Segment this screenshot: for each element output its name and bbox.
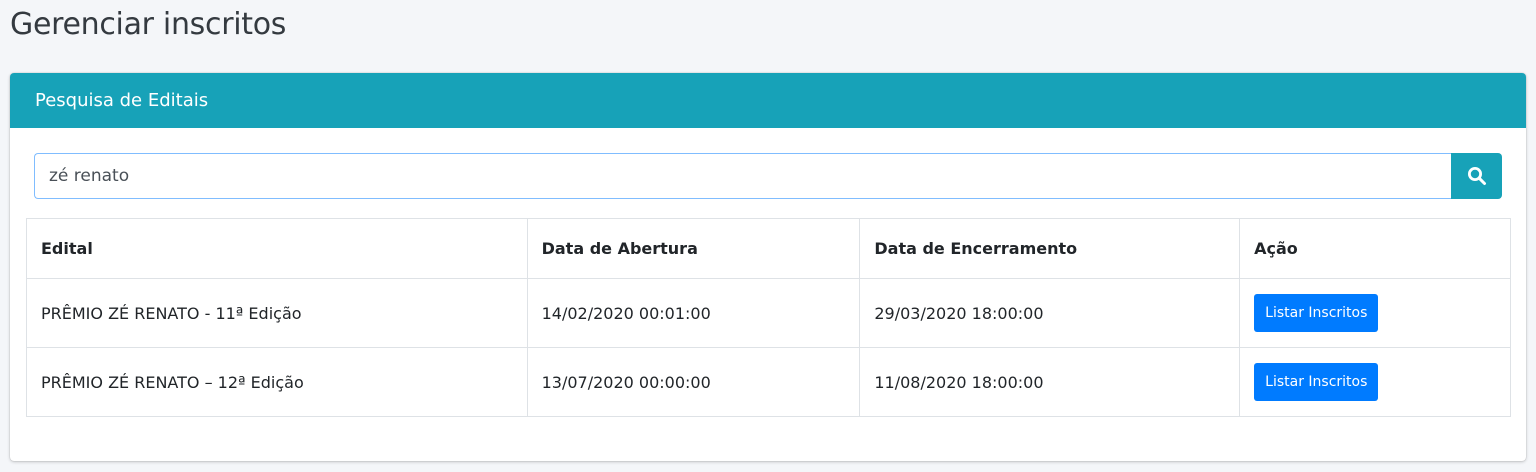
column-header-data-encerramento: Data de Encerramento: [859, 218, 1241, 279]
search-bar: [34, 153, 1502, 199]
editais-table: Edital Data de Abertura Data de Encerram…: [26, 218, 1511, 417]
table-row: PRÊMIO ZÉ RENATO – 12ª Edição 13/07/2020…: [26, 347, 1511, 417]
cell-acao: Listar Inscritos: [1239, 278, 1511, 348]
table-header-row: Edital Data de Abertura Data de Encerram…: [26, 218, 1511, 279]
search-button[interactable]: [1451, 153, 1502, 199]
card-header-title: Pesquisa de Editais: [35, 90, 209, 111]
search-card: Pesquisa de Editais Edital Data de Abert…: [10, 73, 1526, 461]
listar-inscritos-button[interactable]: Listar Inscritos: [1254, 294, 1379, 332]
table-row: PRÊMIO ZÉ RENATO - 11ª Edição 14/02/2020…: [26, 278, 1511, 348]
listar-inscritos-button[interactable]: Listar Inscritos: [1254, 363, 1379, 401]
cell-data-encerramento: 11/08/2020 18:00:00: [859, 347, 1241, 417]
cell-edital: PRÊMIO ZÉ RENATO – 12ª Edição: [26, 347, 528, 417]
column-header-acao: Ação: [1239, 218, 1511, 279]
search-input[interactable]: [34, 153, 1451, 199]
page-title: Gerenciar inscritos: [10, 7, 287, 42]
cell-data-abertura: 13/07/2020 00:00:00: [526, 347, 861, 417]
cell-edital: PRÊMIO ZÉ RENATO - 11ª Edição: [26, 278, 528, 348]
column-header-data-abertura: Data de Abertura: [526, 218, 861, 279]
card-header: Pesquisa de Editais: [10, 73, 1526, 128]
search-icon: [1467, 167, 1486, 185]
cell-data-encerramento: 29/03/2020 18:00:00: [859, 278, 1241, 348]
cell-data-abertura: 14/02/2020 00:01:00: [526, 278, 861, 348]
cell-acao: Listar Inscritos: [1239, 347, 1511, 417]
column-header-edital: Edital: [26, 218, 528, 279]
